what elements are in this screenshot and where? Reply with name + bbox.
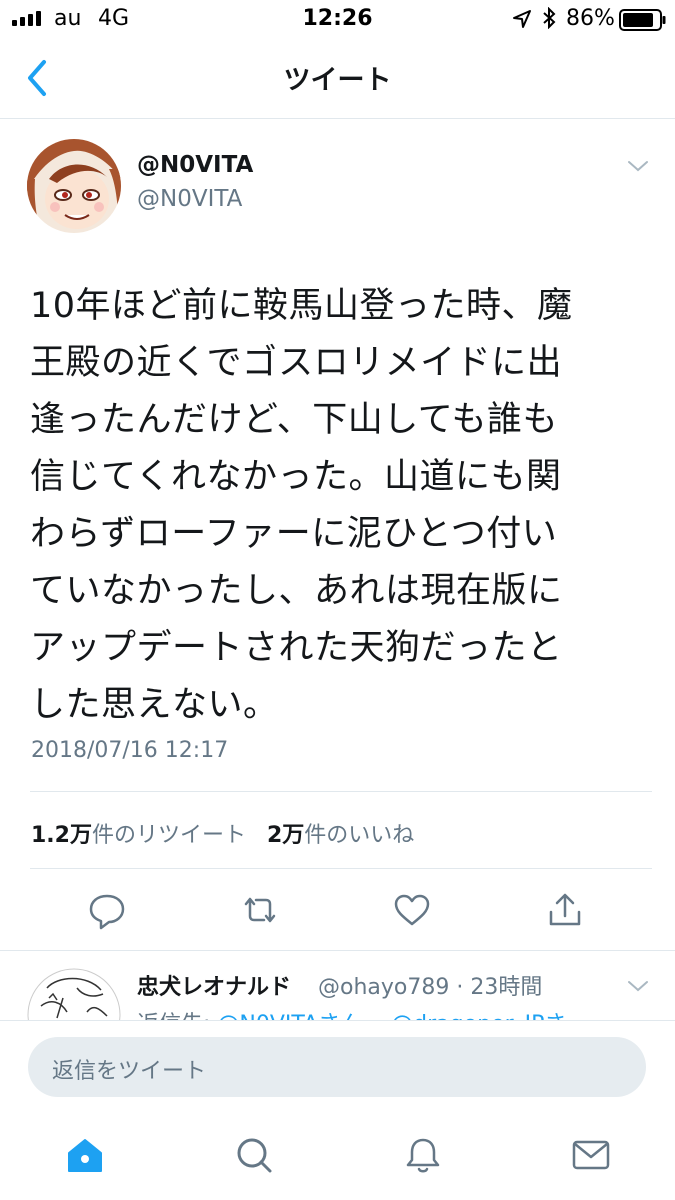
share-icon[interactable] — [545, 890, 585, 930]
reply-to-handles[interactable]: @N0VITAさん、 @dragoner_JPさ — [217, 1012, 566, 1020]
tweet-line: 逢ったんだけど、下山しても誰も — [30, 400, 558, 440]
reply-to-prefix: 返信先: — [137, 1012, 217, 1020]
user-handle[interactable]: @N0VITA — [137, 186, 242, 212]
home-icon[interactable] — [65, 1135, 105, 1175]
retweet-label: 件のリツイート — [91, 823, 246, 848]
retweet-icon[interactable] — [240, 890, 280, 930]
like-label: 件のいいね — [304, 823, 415, 848]
like-stat[interactable]: 2万件のいいね — [267, 823, 414, 848]
search-icon[interactable] — [234, 1135, 274, 1175]
avatar[interactable] — [27, 139, 121, 233]
battery-percent: 86% — [566, 6, 615, 31]
tweet-line: した思えない。 — [30, 685, 279, 725]
status-bar: au 4G 12:26 86% — [0, 0, 675, 38]
tweet-line: わらずローファーに泥ひとつ付い — [30, 514, 558, 554]
reply-chevron-down-icon[interactable] — [626, 978, 650, 994]
like-count: 2万 — [266, 823, 305, 848]
display-name[interactable]: @N0VITA — [137, 152, 253, 178]
chevron-down-icon[interactable] — [626, 158, 650, 174]
navigation-bar: ツイート — [0, 38, 675, 119]
tweet-line: ていなかったし、あれは現在版に — [30, 571, 563, 611]
retweet-count: 1.2万 — [31, 823, 92, 848]
messages-icon[interactable] — [571, 1135, 611, 1175]
divider — [30, 791, 652, 792]
tweet-line: 信じてくれなかった。山道にも関 — [30, 457, 562, 497]
reply-placeholder: 返信をツイート — [52, 1059, 207, 1084]
reply-to-line: 返信先: @N0VITAさん、 @dragoner_JPさ — [137, 1006, 647, 1020]
like-icon[interactable] — [392, 890, 432, 930]
tweet-line: アップデートされた天狗だったと — [30, 628, 563, 668]
tweet-line: 王殿の近くでゴスロリメイドに出 — [30, 343, 563, 383]
divider — [0, 950, 675, 951]
tweet-line: 10年ほど前に鞍馬山登った時、魔 — [30, 286, 573, 326]
retweet-stat[interactable]: 1.2万件のリツイート — [31, 823, 246, 848]
reply-display-name[interactable]: 忠犬レオナルド — [137, 969, 291, 1001]
reply-icon[interactable] — [87, 890, 127, 930]
reply-meta: @ohayo789 · 23時間 — [318, 975, 543, 1000]
tweet-stats: 1.2万件のリツイート 2万件のいいね — [31, 817, 414, 849]
tweet-timestamp: 2018/07/16 12:17 — [31, 738, 229, 763]
tweet-text: 10年ほど前に鞍馬山登った時、魔 王殿の近くでゴスロリメイドに出 逢ったんだけど… — [30, 278, 650, 734]
bluetooth-icon — [542, 7, 556, 29]
reply-input[interactable]: 返信をツイート — [28, 1037, 646, 1097]
reply-avatar[interactable] — [27, 968, 121, 1028]
page-title: ツイート — [283, 65, 392, 96]
notifications-icon[interactable] — [403, 1135, 443, 1175]
location-arrow-icon — [512, 9, 532, 29]
battery-icon — [619, 9, 667, 31]
divider — [30, 868, 652, 869]
